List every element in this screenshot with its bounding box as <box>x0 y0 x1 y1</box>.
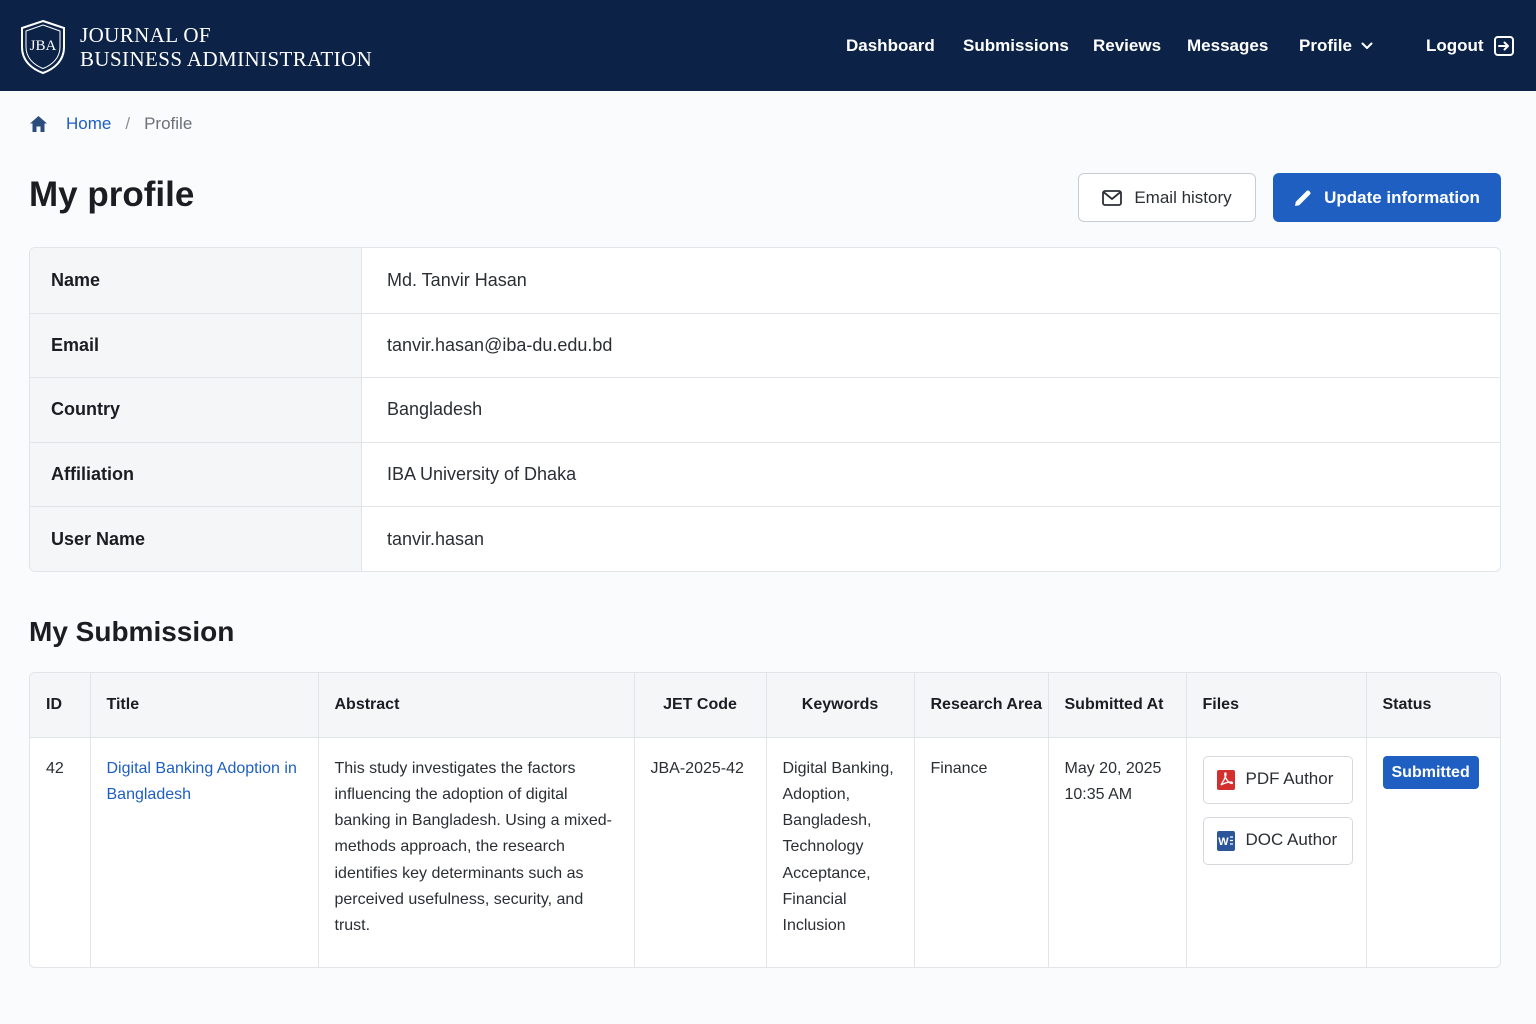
cell-keywords: Digital Banking, Adoption, Bangladesh, T… <box>766 737 915 967</box>
chevron-down-icon <box>1361 42 1373 49</box>
column-header-research-area[interactable]: Research Area <box>914 673 1049 738</box>
profile-row-affiliation: Affiliation IBA University of Dhaka <box>30 441 1500 507</box>
profile-label: User Name <box>30 507 362 571</box>
column-header-keywords[interactable]: Keywords <box>766 673 915 738</box>
profile-row-name: Name Md. Tanvir Hasan <box>30 248 1500 313</box>
nav-reviews[interactable]: Reviews <box>1093 33 1161 59</box>
pdf-author-label: PDF Author <box>1245 769 1334 789</box>
email-history-button[interactable]: Email history <box>1078 173 1256 222</box>
profile-row-country: Country Bangladesh <box>30 377 1500 442</box>
nav-logout-label: Logout <box>1426 36 1484 55</box>
profile-value: IBA University of Dhaka <box>387 464 577 485</box>
column-header-status[interactable]: Status <box>1366 673 1500 738</box>
column-header-files[interactable]: Files <box>1186 673 1367 738</box>
word-file-icon: W <box>1216 830 1235 851</box>
submitted-date: May 20, 2025 <box>1064 759 1162 777</box>
pencil-icon <box>1295 190 1311 206</box>
page-title: My profile <box>29 175 195 214</box>
column-header-title[interactable]: Title <box>90 673 319 738</box>
profile-value: tanvir.hasan@iba-du.edu.bd <box>387 334 613 355</box>
profile-row-email: Email tanvir.hasan@iba-du.edu.bd <box>30 312 1500 378</box>
update-information-label: Update information <box>1324 187 1480 207</box>
shield-logo-icon: JBA <box>21 19 65 75</box>
cell-status: Submitted <box>1366 737 1500 967</box>
profile-label: Email <box>30 313 362 378</box>
breadcrumb-separator: / <box>125 114 131 133</box>
profile-details-table: Name Md. Tanvir Hasan Email tanvir.hasan… <box>29 247 1501 572</box>
pdf-file-icon <box>1216 769 1235 790</box>
nav-profile-dropdown[interactable]: Profile <box>1299 33 1373 59</box>
nav-profile-label: Profile <box>1299 36 1352 55</box>
profile-label: Affiliation <box>30 442 362 507</box>
column-header-id[interactable]: ID <box>30 673 91 738</box>
breadcrumb-current: Profile <box>144 114 193 133</box>
nav-logout[interactable]: Logout <box>1426 33 1515 59</box>
nav-dashboard[interactable]: Dashboard <box>846 33 935 59</box>
table-row: 42 Digital Banking Adoption in Banglades… <box>30 737 1500 967</box>
doc-author-file-button[interactable]: W DOC Author <box>1202 816 1353 865</box>
profile-value: Bangladesh <box>387 399 483 420</box>
logo-text: JBA <box>30 38 57 54</box>
profile-row-username: User Name tanvir.hasan <box>30 506 1500 571</box>
nav-messages[interactable]: Messages <box>1187 33 1268 59</box>
svg-text:W: W <box>1218 836 1229 848</box>
profile-value: Md. Tanvir Hasan <box>387 269 527 290</box>
cell-abstract: This study investigates the factors infl… <box>318 737 635 967</box>
brand-line-2: BUSINESS ADMINISTRATION <box>80 47 373 71</box>
breadcrumb: Home / Profile <box>29 113 192 135</box>
column-header-submitted-at[interactable]: Submitted At <box>1048 673 1187 738</box>
envelope-icon <box>1102 189 1123 206</box>
submissions-table: ID Title Abstract JET Code Keywords Rese… <box>29 672 1501 968</box>
table-header-row: ID Title Abstract JET Code Keywords Rese… <box>30 673 1500 738</box>
doc-author-label: DOC Author <box>1245 830 1338 850</box>
column-header-abstract[interactable]: Abstract <box>318 673 635 738</box>
nav-submissions[interactable]: Submissions <box>963 33 1069 59</box>
submitted-time: 10:35 AM <box>1064 785 1133 803</box>
submissions-section-title: My Submission <box>29 616 235 647</box>
breadcrumb-home-link[interactable]: Home <box>66 114 111 134</box>
brand-line-1: JOURNAL OF <box>80 23 211 47</box>
status-badge: Submitted <box>1382 755 1479 789</box>
cell-jet-code: JBA-2025-42 <box>634 737 767 967</box>
profile-label: Name <box>30 248 362 313</box>
brand[interactable]: JBA JOURNAL OF BUSINESS ADMINISTRATION <box>19 19 372 75</box>
profile-value: tanvir.hasan <box>387 528 485 549</box>
column-header-jet-code[interactable]: JET Code <box>634 673 767 738</box>
submission-title-link[interactable]: Digital Banking Adoption in Bangladesh <box>107 760 297 803</box>
profile-label: Country <box>30 378 362 442</box>
cell-files: PDF Author W DOC Author <box>1186 737 1367 967</box>
cell-submitted-at: May 20, 2025 10:35 AM <box>1048 737 1187 967</box>
update-information-button[interactable]: Update information <box>1273 173 1501 222</box>
top-navbar: JBA JOURNAL OF BUSINESS ADMINISTRATION D… <box>0 0 1536 91</box>
cell-research-area: Finance <box>914 737 1049 967</box>
home-icon[interactable] <box>29 115 48 133</box>
logout-icon <box>1493 36 1514 56</box>
cell-id: 42 <box>30 737 91 967</box>
email-history-label: Email history <box>1134 187 1232 207</box>
pdf-author-file-button[interactable]: PDF Author <box>1202 755 1353 804</box>
